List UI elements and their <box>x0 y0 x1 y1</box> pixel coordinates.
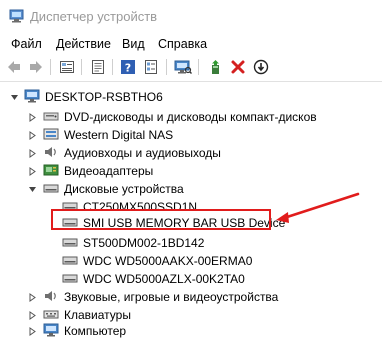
back-icon[interactable] <box>5 58 23 76</box>
sound-device-icon <box>45 291 56 301</box>
expand-arrow-icon[interactable] <box>27 148 37 158</box>
window-title: Диспетчер устройств <box>30 9 158 24</box>
expand-arrow-icon[interactable] <box>27 326 37 336</box>
tree-item-label: Клавиатуры <box>64 308 131 322</box>
title-bar: Диспетчер устройств <box>0 0 382 32</box>
computer-icon <box>43 323 59 337</box>
root-label: DESKTOP-RSBTHO6 <box>45 90 163 104</box>
keyboard-icon <box>43 310 59 319</box>
tree-item-computer[interactable]: Компьютер <box>0 321 382 340</box>
tree-item-label: Дисковые устройства <box>64 182 184 196</box>
disk-drive-icon <box>62 256 78 265</box>
expand-arrow-icon[interactable] <box>27 130 37 140</box>
disk-item-label: WDC WD5000AAKX-00ERMA0 <box>83 254 253 268</box>
tree-item-dvd[interactable]: DVD-дисководы и дисководы компакт-дисков <box>0 107 382 126</box>
tree-item-video[interactable]: Видеоадаптеры <box>0 161 382 180</box>
tree-item-sound[interactable]: Звуковые, игровые и видеоустройства <box>0 287 382 306</box>
tree-root[interactable]: DESKTOP-RSBTHO6 <box>0 87 382 106</box>
speaker-icon <box>45 147 56 157</box>
tree-item-label: Видеоадаптеры <box>64 164 154 178</box>
collapse-arrow-icon[interactable] <box>27 184 37 194</box>
tree-item-label: DVD-дисководы и дисководы компакт-дисков <box>64 110 317 124</box>
menu-file[interactable]: Файл <box>11 37 42 51</box>
update-driver-icon[interactable] <box>206 58 224 76</box>
toolbar-separator <box>81 59 82 75</box>
svg-text:?: ? <box>125 62 131 75</box>
disk-drive-icon <box>43 184 59 193</box>
view-list-icon[interactable] <box>142 58 160 76</box>
toolbar: ? <box>0 54 382 82</box>
highlight-box <box>51 209 271 230</box>
disable-icon[interactable] <box>252 58 270 76</box>
tree-item-wdnas[interactable]: Western Digital NAS <box>0 125 382 144</box>
properties-icon[interactable] <box>89 58 107 76</box>
toolbar-separator <box>198 59 199 75</box>
computer-icon <box>24 89 40 103</box>
device-manager-icon <box>9 9 24 23</box>
toolbar-separator <box>112 59 113 75</box>
menu-bar: Файл Действие Вид Справка <box>0 32 382 54</box>
scan-hardware-icon[interactable] <box>174 58 192 76</box>
expand-arrow-icon[interactable] <box>27 310 37 320</box>
expand-arrow-icon[interactable] <box>27 112 37 122</box>
menu-action[interactable]: Действие <box>56 37 111 51</box>
tree-item-label: Звуковые, игровые и видеоустройства <box>64 290 279 304</box>
tree-item-label: Компьютер <box>64 324 127 338</box>
collapse-arrow-icon[interactable] <box>9 92 19 102</box>
disk-item[interactable]: ST500DM002-1BD142 <box>0 233 382 252</box>
tree-item-label: Western Digital NAS <box>64 128 174 142</box>
expand-arrow-icon[interactable] <box>27 166 37 176</box>
display-adapter-icon <box>43 164 59 176</box>
nas-icon <box>43 128 59 140</box>
device-view-icon[interactable] <box>58 58 76 76</box>
uninstall-icon[interactable] <box>229 58 247 76</box>
disk-item-label: WDC WD5000AZLX-00K2TA0 <box>83 272 245 286</box>
expand-arrow-icon[interactable] <box>27 292 37 302</box>
dvd-drive-icon <box>43 112 59 121</box>
disk-item[interactable]: WDC WD5000AAKX-00ERMA0 <box>0 251 382 270</box>
menu-view[interactable]: Вид <box>122 37 145 51</box>
menu-help[interactable]: Справка <box>158 37 207 51</box>
disk-drive-icon <box>62 238 78 247</box>
toolbar-separator <box>50 59 51 75</box>
disk-drive-icon <box>62 274 78 283</box>
help-icon[interactable]: ? <box>119 58 137 76</box>
tree-item-label: Аудиовходы и аудиовыходы <box>64 146 221 160</box>
toolbar-separator <box>166 59 167 75</box>
forward-icon[interactable] <box>27 58 45 76</box>
disk-item-label: ST500DM002-1BD142 <box>83 236 205 250</box>
tree-item-audio[interactable]: Аудиовходы и аудиовыходы <box>0 143 382 162</box>
disk-item[interactable]: WDC WD5000AZLX-00K2TA0 <box>0 269 382 288</box>
annotation-arrow-icon <box>276 192 360 223</box>
